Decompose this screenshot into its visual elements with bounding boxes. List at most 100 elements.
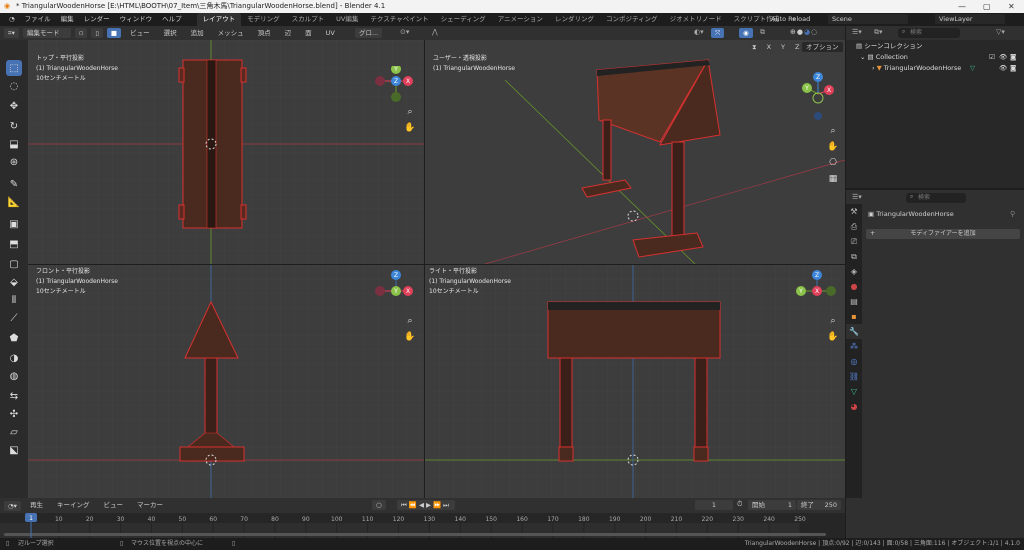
rip-tool[interactable]: ⬕ <box>6 442 22 458</box>
outliner-search-input[interactable]: 検索 <box>898 28 960 38</box>
scale-tool[interactable]: ⬓ <box>6 136 22 152</box>
mirror-icon[interactable]: ⧗ <box>748 42 761 52</box>
world-tab-icon[interactable]: ● <box>846 279 862 294</box>
tab-rendering[interactable]: レンダリング <box>549 13 600 26</box>
start-frame-field[interactable]: 開始 1 <box>748 500 796 510</box>
constraints-tab-icon[interactable]: ⛓ <box>846 369 862 384</box>
menu-vertex[interactable]: 頂点 <box>253 27 276 40</box>
face-select-button[interactable]: ■ <box>106 28 122 38</box>
auto-reload-button[interactable]: Auto Reload <box>771 13 810 26</box>
current-frame-field[interactable]: 1 <box>695 500 733 510</box>
tab-uv[interactable]: UV編集 <box>330 13 364 26</box>
xray-icon[interactable]: ⧉ <box>760 28 765 37</box>
menu-keying[interactable]: キーイング <box>52 499 95 512</box>
viewport-right[interactable]: ライト・平行投影 (1) TriangularWoodenHorse 10センチ… <box>425 265 845 498</box>
select-box-tool[interactable]: ⬚ <box>6 60 22 76</box>
navigation-gizmo[interactable]: X YZ ⌕ ✋ <box>368 66 414 166</box>
smooth-tool[interactable]: ◍ <box>6 368 22 384</box>
inset-tool[interactable]: ▢ <box>6 256 22 272</box>
tab-animation[interactable]: アニメーション <box>492 13 549 26</box>
viewport-perspective[interactable]: ⧗ X Y Z オプション ユーザー・透視投影 (1) TriangularWo… <box>425 40 845 264</box>
menu-uv[interactable]: UV <box>321 27 340 40</box>
shrink-fatten-tool[interactable]: ✣ <box>6 406 22 422</box>
blender-menu-icon[interactable]: ◔ <box>4 13 20 26</box>
menu-add[interactable]: 追加 <box>186 27 209 40</box>
vertex-select-button[interactable]: ▫ <box>74 28 88 38</box>
pin-icon[interactable]: ⚲ <box>1010 210 1015 218</box>
output-tab-icon[interactable]: ⎚ <box>846 234 862 249</box>
tab-sculpt[interactable]: スカルプト <box>286 13 331 26</box>
minimize-button[interactable]: — <box>958 0 966 13</box>
timeline-ruler[interactable]: 10 20 30 40 50 60 70 80 90 100 110 120 130 140 150 160 1… <box>0 513 845 538</box>
collection-row[interactable]: ⌄ ▤ Collection ☑ 👁 ◙ <box>846 52 1024 63</box>
menu-window[interactable]: ウィンドウ <box>115 13 158 26</box>
expand-arrow-icon[interactable]: › <box>872 64 875 72</box>
edge-slide-tool[interactable]: ⇆ <box>6 388 22 404</box>
menu-edit[interactable]: 編集 <box>56 13 79 26</box>
checkbox-icon[interactable]: ☑ <box>989 52 995 63</box>
close-button[interactable]: ✕ <box>1008 0 1015 13</box>
modifier-tab-icon[interactable]: 🔧 <box>846 324 862 339</box>
scene-selector[interactable]: Scene <box>828 14 908 24</box>
move-tool[interactable]: ✥ <box>6 98 22 114</box>
tab-compositing[interactable]: コンポジティング <box>600 13 664 26</box>
options-dropdown[interactable]: オプション <box>802 42 843 52</box>
render-tab-icon[interactable]: ⎙ <box>846 219 862 234</box>
measure-tool[interactable]: 📐 <box>6 194 22 210</box>
annotate-tool[interactable]: ✎ <box>6 176 22 192</box>
data-tab-icon[interactable]: ▽ <box>846 384 862 399</box>
menu-help[interactable]: ヘルプ <box>157 13 187 26</box>
shading-buttons[interactable]: ⊕●◕◌ <box>790 28 818 36</box>
eye-icon[interactable]: 👁 <box>999 63 1007 74</box>
object-tab-icon[interactable]: ▪ <box>846 309 862 324</box>
editor-type-button[interactable]: ⌗▾ <box>4 28 19 38</box>
auto-keying-button[interactable]: ○ <box>372 500 386 510</box>
menu-mesh[interactable]: メッシュ <box>213 27 249 40</box>
mesh-data-icon[interactable]: ▽ <box>970 63 975 74</box>
end-frame-field[interactable]: 終了 250 <box>797 500 841 510</box>
shear-tool[interactable]: ▱ <box>6 424 22 440</box>
add-modifier-button[interactable]: + モディファイアーを追加 <box>866 229 1020 239</box>
overlay-toggle[interactable]: ◉ <box>739 28 753 38</box>
loop-cut-tool[interactable]: ⫴ <box>6 292 22 308</box>
scene-collection-row[interactable]: ▤ シーンコレクション <box>846 41 1024 52</box>
navigation-gizmo[interactable]: ZX Y ⌕ ✋ ⎔ ▦ <box>795 60 841 190</box>
mode-selector[interactable]: 編集モード <box>22 28 71 38</box>
camera-icon[interactable]: ◙ <box>1010 63 1016 74</box>
tool-tab-icon[interactable]: ⚒ <box>846 204 862 219</box>
tab-geometry-nodes[interactable]: ジオメトリノード <box>664 13 728 26</box>
gizmo-toggle[interactable]: ⤧ <box>711 28 725 38</box>
menu-playback[interactable]: 再生 <box>25 499 48 512</box>
bevel-tool[interactable]: ⬙ <box>6 274 22 290</box>
eye-icon[interactable]: 👁 <box>999 52 1007 63</box>
poly-build-tool[interactable]: ⬟ <box>6 330 22 346</box>
filter-icon[interactable]: ⧉▾ <box>874 28 883 37</box>
menu-view[interactable]: ビュー <box>125 27 155 40</box>
physics-tab-icon[interactable]: ◎ <box>846 354 862 369</box>
funnel-icon[interactable]: ▽▾ <box>996 28 1005 36</box>
menu-edge[interactable]: 辺 <box>280 27 297 40</box>
pivot-icon[interactable]: ⊙▾ <box>400 28 409 36</box>
tab-modeling[interactable]: モデリング <box>241 13 286 26</box>
camera-icon[interactable]: ◙ <box>1010 52 1016 63</box>
editor-type-icon[interactable]: ◔▾ <box>4 500 21 511</box>
collection-tab-icon[interactable]: ▤ <box>846 294 862 309</box>
menu-view[interactable]: ビュー <box>98 499 128 512</box>
knife-tool[interactable]: ⟋ <box>6 310 22 326</box>
editor-type-icon[interactable]: ☰▾ <box>852 193 862 201</box>
axis-x-toggle[interactable]: X <box>762 42 776 52</box>
playback-controls[interactable]: ⏮⏪◀▶⏩⏭ <box>397 500 455 510</box>
scene-tab-icon[interactable]: ◈ <box>846 264 862 279</box>
transform-tool[interactable]: ⊛ <box>6 154 22 170</box>
axis-y-toggle[interactable]: Y <box>777 42 790 52</box>
tab-shading[interactable]: シェーディング <box>435 13 492 26</box>
navigation-gizmo[interactable]: Z X Y ⌕ ✋ <box>368 267 414 347</box>
menu-file[interactable]: ファイル <box>20 13 56 26</box>
particles-tab-icon[interactable]: ⁂ <box>846 339 862 354</box>
display-mode-icon[interactable]: ☰▾ <box>852 28 862 36</box>
maximize-button[interactable]: ▢ <box>983 0 991 13</box>
viewport-front[interactable]: フロント・平行投影 (1) TriangularWoodenHorse 10セン… <box>28 265 424 498</box>
add-cube-tool[interactable]: ▣ <box>6 216 22 232</box>
extrude-tool[interactable]: ⬒ <box>6 236 22 252</box>
view-layer-tab-icon[interactable]: ⧉ <box>846 249 862 264</box>
